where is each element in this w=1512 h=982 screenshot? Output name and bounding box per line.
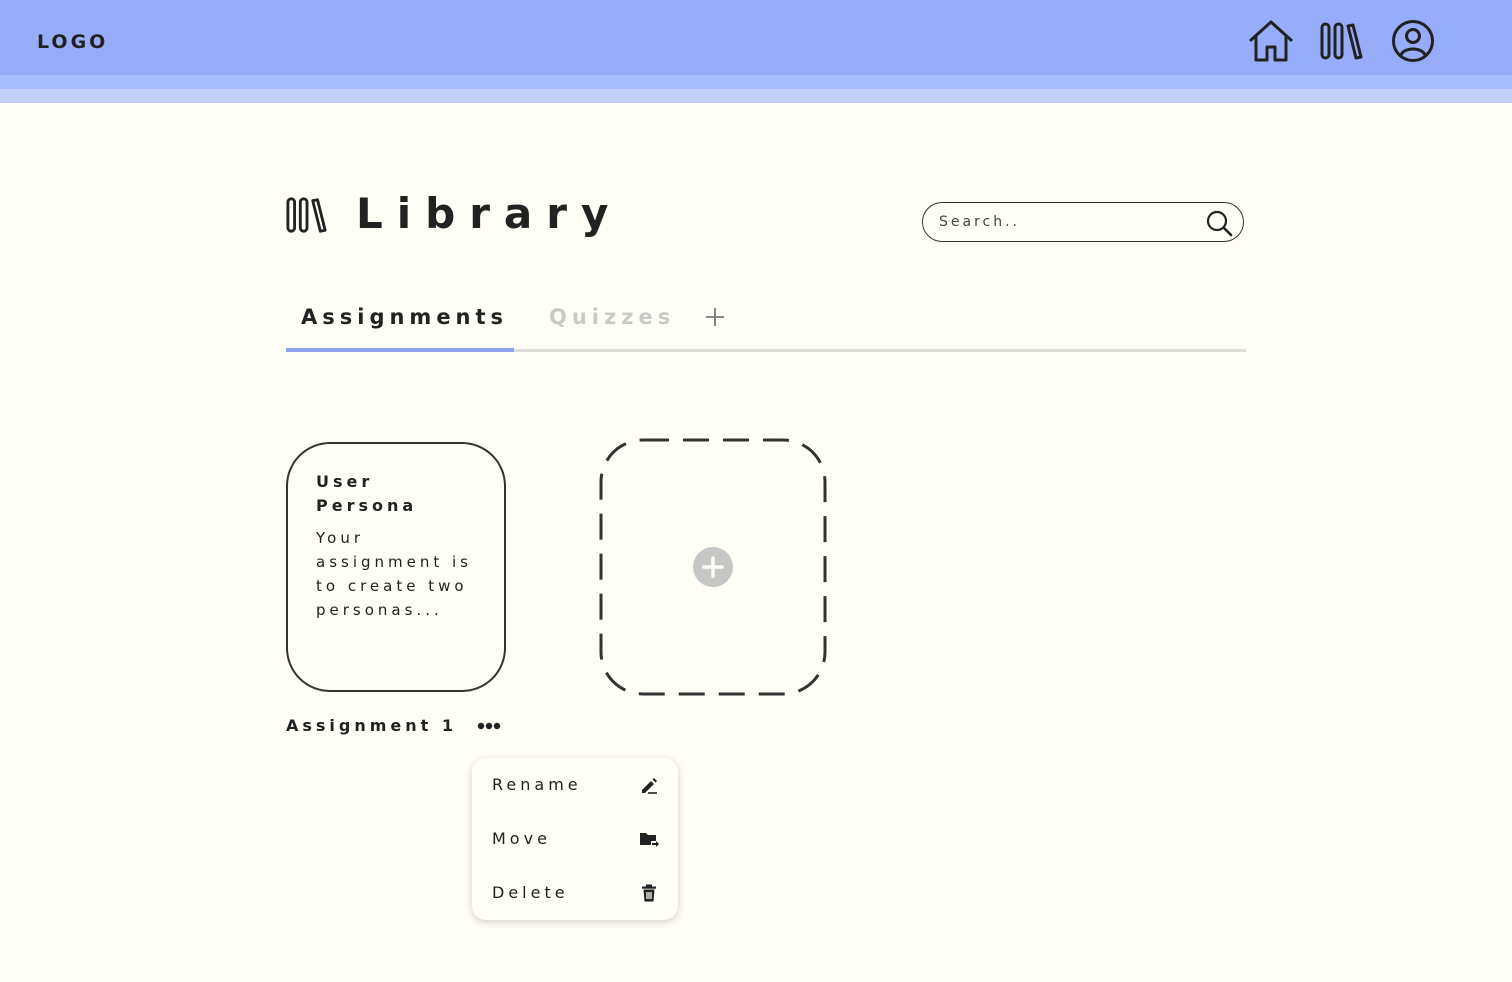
tab-assignments[interactable]: Assignments — [301, 303, 508, 331]
profile-icon[interactable] — [1391, 19, 1435, 63]
add-assignment-card[interactable] — [598, 437, 828, 697]
page-title: Library — [356, 189, 623, 238]
menu-item-delete[interactable]: Delete — [472, 873, 678, 913]
library-icon — [286, 197, 327, 233]
menu-item-label: Rename — [492, 775, 582, 794]
active-tab-indicator — [286, 348, 514, 352]
logo[interactable]: LOGO — [37, 31, 108, 53]
add-tab-plus-icon[interactable] — [704, 306, 726, 328]
card-description: Your assignment is to create two persona… — [316, 529, 472, 619]
assignment-context-menu: Rename Move Delete — [472, 758, 678, 920]
home-icon[interactable] — [1248, 19, 1294, 63]
search-input[interactable] — [939, 212, 1199, 232]
menu-item-move[interactable]: Move — [472, 819, 678, 859]
top-bar-stripe — [0, 89, 1512, 103]
edit-pencil-icon — [642, 778, 657, 794]
card-title: User Persona — [316, 472, 418, 515]
tab-quizzes[interactable]: Quizzes — [549, 303, 675, 331]
folder-move-icon — [640, 833, 659, 847]
menu-item-rename[interactable]: Rename — [472, 765, 678, 805]
menu-item-label: Move — [492, 829, 551, 848]
trash-icon — [642, 884, 656, 902]
library-icon[interactable] — [1320, 22, 1364, 60]
top-bar-stripe — [0, 75, 1512, 89]
search-bar[interactable] — [922, 202, 1244, 242]
menu-item-label: Delete — [492, 883, 569, 902]
search-icon[interactable] — [1205, 209, 1233, 237]
more-horizontal-icon[interactable] — [475, 716, 503, 736]
plus-circle-icon — [693, 547, 733, 587]
assignment-card[interactable]: User Persona Your assignment is to creat… — [286, 442, 506, 692]
assignment-name[interactable]: Assignment 1 — [286, 714, 457, 738]
